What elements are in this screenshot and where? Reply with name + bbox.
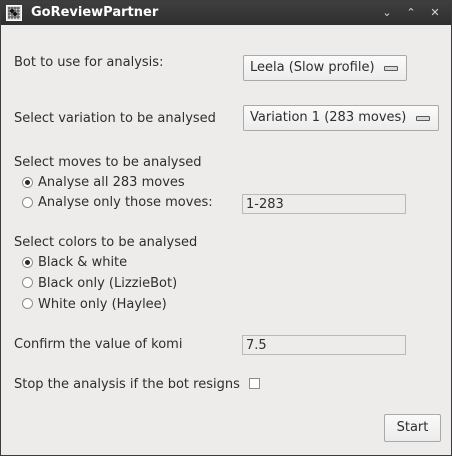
resign-label: Stop the analysis if the bot resigns	[14, 377, 240, 392]
radio-white-only-label[interactable]: White only (Haylee)	[38, 297, 167, 313]
radio-some-moves-label[interactable]: Analyse only those moves:	[38, 195, 213, 211]
komi-label: Confirm the value of komi	[14, 337, 183, 352]
colors-label: Select colors to be analysed	[14, 235, 198, 250]
dropdown-indicator-icon	[416, 116, 430, 121]
radio-black-only-label[interactable]: Black only (LizzieBot)	[38, 276, 177, 292]
radio-all-moves-label[interactable]: Analyse all 283 moves	[38, 175, 185, 191]
radio-all-moves[interactable]	[22, 177, 33, 188]
start-button[interactable]: Start	[384, 414, 441, 442]
radio-black-white[interactable]	[22, 257, 33, 268]
chevron-up-icon: ⌃	[406, 6, 416, 19]
dropdown-indicator-icon	[384, 66, 398, 71]
title-bar[interactable]: GoReviewPartner ⌄ ⌃ ✕	[1, 1, 451, 25]
close-icon: ✕	[430, 6, 440, 19]
maximize-button[interactable]: ⌃	[403, 5, 419, 21]
close-button[interactable]: ✕	[427, 5, 443, 21]
dialog-content: Bot to use for analysis: Leela (Slow pro…	[1, 25, 451, 455]
variation-dropdown[interactable]: Variation 1 (283 moves)	[243, 105, 439, 131]
app-window: GoReviewPartner ⌄ ⌃ ✕ Bot to use for ana…	[0, 0, 452, 456]
minimize-button[interactable]: ⌄	[379, 5, 395, 21]
resign-checkbox[interactable]	[249, 378, 260, 389]
go-board-icon	[6, 5, 22, 21]
komi-input[interactable]	[242, 335, 406, 355]
variation-dropdown-value: Variation 1 (283 moves)	[250, 110, 407, 125]
moves-label: Select moves to be analysed	[14, 155, 202, 170]
bot-dropdown-value: Leela (Slow profile)	[250, 60, 375, 75]
moves-range-input[interactable]	[242, 194, 406, 214]
bot-dropdown[interactable]: Leela (Slow profile)	[243, 55, 407, 81]
radio-black-only[interactable]	[22, 277, 33, 288]
radio-white-only[interactable]	[22, 298, 33, 309]
bot-label: Bot to use for analysis:	[14, 55, 164, 70]
radio-some-moves[interactable]	[22, 197, 33, 208]
variation-label: Select variation to be analysed	[14, 111, 216, 126]
window-title: GoReviewPartner	[31, 5, 159, 20]
chevron-down-icon: ⌄	[382, 6, 392, 19]
radio-black-white-label[interactable]: Black & white	[38, 255, 127, 271]
